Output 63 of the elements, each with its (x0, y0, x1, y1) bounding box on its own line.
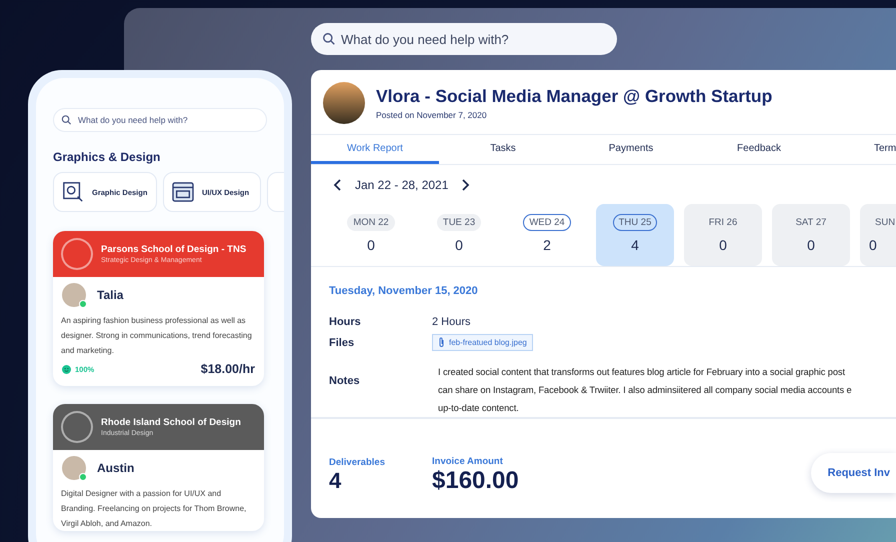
search-icon (322, 32, 336, 46)
school-logo (61, 238, 93, 270)
day-label: WED 24 (523, 214, 571, 231)
day-label: MON 22 (347, 214, 395, 231)
search-field[interactable]: What do you need help with? (311, 23, 617, 55)
freelancer-card[interactable] (53, 231, 264, 386)
day-label: THU 25 (612, 214, 658, 231)
bio-text: Digital Designer with a passion for UI/UX and Branding. Freelancing on projects for Thom Browne, Virgil Abloh, and Amazon. (60, 488, 248, 530)
deliverables-label: Deliverables (329, 457, 386, 468)
chevron-left-icon[interactable] (333, 179, 343, 191)
day-label: SUN (874, 216, 896, 230)
day-label: FRI 26 (708, 216, 738, 230)
file-attachment[interactable]: feb-freatued blog.jpeg (432, 334, 533, 351)
week-range: Jan 22 - 28, 2021 (355, 178, 448, 192)
day-cell[interactable]: SUN 0 (860, 204, 896, 266)
school-logo (61, 411, 93, 443)
bio-text: An aspiring fashion business professional as well as designer. Strong in communications, trend forecasting and marketing. (60, 315, 253, 357)
image-magnifier-icon (62, 181, 84, 203)
tab[interactable]: Term (823, 135, 896, 164)
paperclip-icon (438, 337, 445, 348)
day-count: 0 (367, 237, 375, 253)
day-cell[interactable]: MON 22 0 (332, 204, 410, 266)
day-count: 2 (543, 237, 551, 253)
search-icon (61, 114, 72, 126)
hourly-rate: $18.00/hr (200, 362, 255, 376)
tab[interactable]: Work Report (311, 135, 439, 164)
notes-label: Notes (329, 375, 361, 387)
request-invoice-button[interactable]: Request Inv (810, 452, 896, 492)
day-cell[interactable]: SAT 27 0 (772, 204, 850, 266)
person-name: Talia (97, 288, 124, 302)
section-title: Graphics & Design (53, 150, 162, 164)
day-label: SAT 27 (794, 216, 828, 230)
hours-label: Hours (329, 316, 362, 328)
posted-date: Posted on November 7, 2020 (376, 110, 488, 120)
day-cell[interactable]: THU 25 4 (596, 204, 674, 266)
notes-text: I created social content that transforms out features blog article for February into a social graphic post can share on Instagram, Facebook & Trwiiter. I also adminsiitered all company social media accounts e up-to-date contenct. (438, 366, 852, 415)
day-count: 0 (455, 237, 463, 253)
day-label: TUE 23 (436, 214, 482, 231)
chevron-right-icon[interactable] (460, 179, 470, 191)
tab[interactable]: Tasks (439, 135, 567, 164)
day-cell[interactable]: TUE 23 0 (420, 204, 498, 266)
job-title: Vlora - Social Media Manager @ Growth Startup (376, 86, 772, 107)
search-field[interactable]: What do you need help with? (53, 108, 267, 132)
report-date: Tuesday, November 15, 2020 (329, 285, 479, 297)
school-name: Parsons School of Design - TNS (101, 244, 246, 255)
avatar (323, 82, 365, 124)
invoice-amount: $160.00 (432, 467, 520, 495)
day-cell[interactable]: FRI 26 0 (684, 204, 762, 266)
tab[interactable]: Payments (567, 135, 695, 164)
smiley-icon (62, 364, 71, 374)
day-count: 0 (719, 237, 727, 253)
day-count: 4 (631, 237, 639, 253)
person-name: Austin (97, 461, 134, 475)
day-count: 0 (869, 237, 877, 253)
day-count: 0 (807, 237, 815, 253)
invoice-label: Invoice Amount (432, 456, 504, 467)
hours-value: 2 Hours (432, 316, 471, 328)
deliverables-count: 4 (329, 468, 342, 494)
browser-window-icon (172, 182, 194, 202)
day-cell[interactable]: WED 24 2 (508, 204, 586, 266)
tab[interactable]: Feedback (695, 135, 823, 164)
files-label: Files (329, 336, 356, 348)
school-name: Rhode Island School of Design (101, 417, 241, 428)
